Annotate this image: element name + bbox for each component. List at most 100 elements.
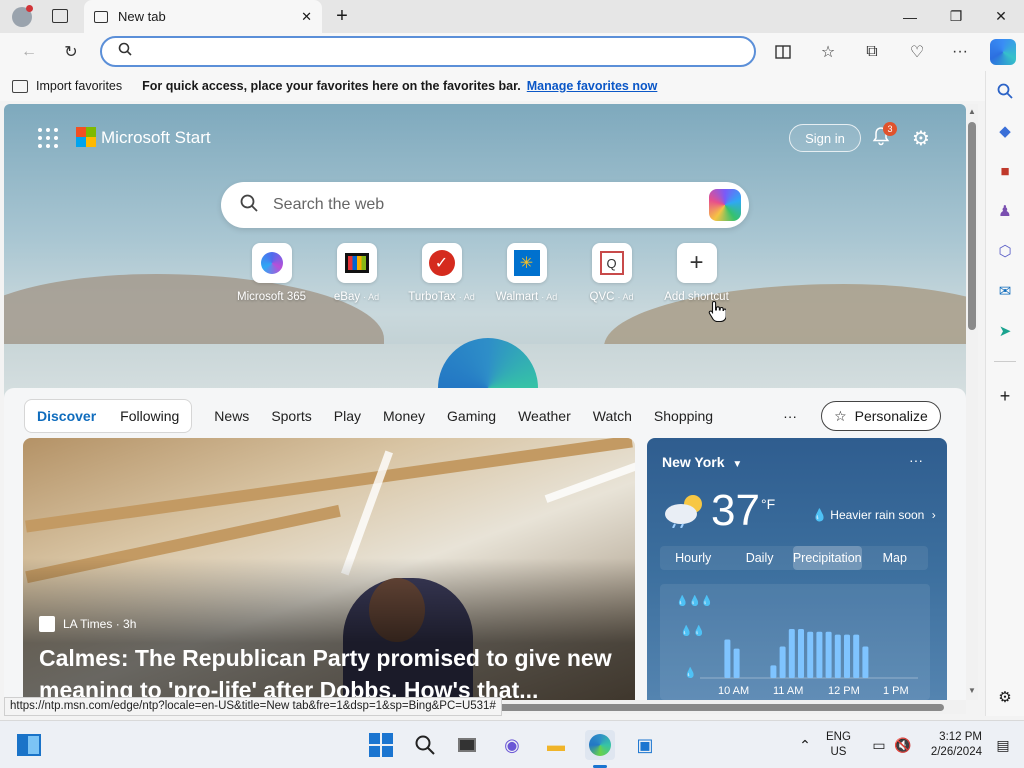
volume-muted-icon[interactable]: 🔇 — [888, 730, 918, 760]
address-input[interactable] — [142, 44, 754, 59]
tab-discover[interactable]: Discover — [25, 408, 108, 424]
weather-more-icon[interactable]: ··· — [909, 452, 923, 468]
tools-briefcase-icon[interactable]: ■ — [993, 159, 1017, 183]
tab-close-icon[interactable]: ✕ — [301, 9, 312, 25]
refresh-icon[interactable]: ↻ — [58, 39, 84, 65]
shortcut-ebay[interactable]: eBay · Ad — [314, 243, 399, 313]
scroll-up-arrow-icon[interactable]: ▲ — [968, 107, 976, 116]
profile-avatar-icon[interactable] — [12, 5, 33, 27]
start-windows-icon[interactable] — [366, 730, 396, 760]
outlook-icon[interactable]: ✉ — [993, 279, 1017, 303]
chat-icon[interactable]: ◉ — [497, 730, 527, 760]
microsoft-365-sidebar-icon[interactable]: ⬡ — [993, 239, 1017, 263]
tab-following[interactable]: Following — [108, 408, 191, 424]
games-chess-icon[interactable]: ♟ — [993, 199, 1017, 223]
add-sidebar-app-icon[interactable]: + — [993, 384, 1017, 408]
precip-bar — [853, 634, 860, 678]
app-launcher-icon[interactable] — [38, 128, 58, 148]
search-icon — [239, 193, 259, 218]
import-favorites-button[interactable]: Import favorites — [36, 79, 122, 93]
favorites-star-icon[interactable]: ☆ — [815, 39, 841, 65]
plus-icon: + — [676, 243, 717, 283]
shortcut-qvc[interactable]: Q QVC · Ad — [569, 243, 654, 313]
nav-gaming[interactable]: Gaming — [447, 408, 496, 424]
nav-sports[interactable]: Sports — [271, 408, 311, 424]
drop-send-icon[interactable]: ➤ — [993, 319, 1017, 343]
weather-tab-daily[interactable]: Daily — [726, 546, 792, 570]
edge-sidebar: ◆ ■ ♟ ⬡ ✉ ➤ + ⚙ — [985, 71, 1024, 716]
notifications-bell-icon[interactable]: 3 — [869, 122, 897, 150]
widgets-icon[interactable] — [14, 730, 44, 760]
file-explorer-icon[interactable]: ▬ — [541, 730, 571, 760]
discover-following-toggle: Discover Following — [24, 399, 193, 433]
import-favorites-icon[interactable] — [12, 79, 28, 93]
browser-essentials-icon[interactable]: ♡ — [904, 39, 930, 65]
manage-favorites-link[interactable]: Manage favorites now — [527, 79, 658, 93]
input-language[interactable]: ENG US — [826, 730, 851, 760]
nav-news[interactable]: News — [214, 408, 249, 424]
vertical-scrollbar[interactable]: ▲ ▼ — [966, 104, 978, 700]
precip-bar — [844, 634, 850, 678]
vertical-scroll-thumb[interactable] — [968, 122, 976, 330]
show-hidden-icons-chevron[interactable]: ⌃ — [790, 730, 820, 760]
weather-tab-precipitation[interactable]: Precipitation — [792, 546, 862, 570]
split-screen-icon[interactable] — [770, 39, 796, 65]
restore-button[interactable]: ❐ — [933, 0, 979, 33]
chevron-right-icon: › — [931, 508, 936, 522]
tab-actions-icon[interactable] — [52, 9, 68, 23]
page-settings-gear-icon[interactable]: ⚙ — [909, 126, 933, 150]
precip-bar — [724, 639, 731, 678]
settings-more-icon[interactable]: ··· — [947, 39, 973, 65]
nav-watch[interactable]: Watch — [593, 408, 632, 424]
nav-play[interactable]: Play — [334, 408, 361, 424]
nav-money[interactable]: Money — [383, 408, 425, 424]
shopping-tag-icon[interactable]: ◆ — [993, 119, 1017, 143]
windows-taskbar: ◉ ▬ ▣ ⌃ ENG US ▭ 🔇 3:12 PM 2/26/2024 ▤ — [0, 720, 1024, 768]
collections-icon[interactable]: ⧉ — [859, 39, 885, 65]
taskbar-search-icon[interactable] — [410, 730, 440, 760]
precip-bar — [807, 631, 814, 678]
scroll-down-arrow-icon[interactable]: ▼ — [968, 686, 976, 695]
nav-more-button[interactable]: ··· — [783, 408, 797, 424]
sidebar-search-icon[interactable] — [993, 79, 1017, 103]
task-view-icon[interactable] — [452, 730, 482, 760]
nav-weather[interactable]: Weather — [518, 408, 571, 424]
sidebar-settings-gear-icon[interactable]: ⚙ — [993, 685, 1017, 709]
microsoft-store-icon[interactable]: ▣ — [630, 730, 660, 760]
weather-tab-hourly[interactable]: Hourly — [660, 546, 726, 570]
copilot-search-icon[interactable] — [709, 189, 741, 221]
precip-bar — [816, 631, 823, 678]
shortcut-add[interactable]: + Add shortcut — [654, 243, 739, 313]
weather-location[interactable]: New York ▼ — [662, 454, 742, 470]
personalize-button[interactable]: ☆ Personalize — [821, 401, 941, 431]
system-clock[interactable]: 3:12 PM 2/26/2024 — [920, 730, 982, 760]
sparkle-star-icon: ☆ — [834, 407, 847, 424]
shortcut-turbotax[interactable]: ✓ TurboTax · Ad — [399, 243, 484, 313]
precip-bar — [834, 634, 841, 678]
shortcut-label: QVC — [589, 291, 615, 303]
shortcut-label: Walmart — [495, 291, 539, 303]
precipitation-chart: 💧💧💧 💧💧 💧 10 AM 11 AM 12 PM 1 PM — [660, 584, 930, 700]
close-button[interactable]: ✕ — [978, 0, 1024, 33]
web-search-box[interactable]: Search the web — [221, 182, 749, 228]
precip-time-label: 11 AM — [773, 685, 803, 697]
tab-title: New tab — [118, 9, 166, 24]
weather-alert[interactable]: 💧 Heavier rain soon › — [812, 508, 936, 522]
tab-new-tab[interactable]: New tab ✕ — [84, 0, 322, 33]
shortcut-walmart[interactable]: ✳ Walmart · Ad — [484, 243, 569, 313]
nav-shopping[interactable]: Shopping — [654, 408, 713, 424]
new-tab-button[interactable]: + — [330, 4, 354, 28]
address-bar[interactable] — [100, 36, 756, 67]
story-headline[interactable]: Calmes: The Republican Party promised to… — [39, 642, 629, 700]
back-arrow-icon[interactable]: ← — [16, 39, 42, 65]
edge-taskbar-icon[interactable] — [585, 730, 615, 760]
top-story-card[interactable]: LA Times · 3h Calmes: The Republican Par… — [23, 438, 635, 700]
weather-tab-map[interactable]: Map — [862, 546, 928, 570]
sign-in-button[interactable]: Sign in — [789, 124, 861, 152]
weather-card[interactable]: New York ▼ ··· 37 °F 💧 Heavier rain soon… — [647, 438, 947, 700]
minimize-button[interactable]: — — [887, 0, 933, 33]
brand-title[interactable]: Microsoft Start — [101, 128, 211, 148]
shortcut-microsoft-365[interactable]: Microsoft 365 — [229, 243, 314, 313]
notification-center-icon[interactable]: ▤ — [988, 730, 1018, 760]
copilot-icon[interactable] — [990, 39, 1016, 65]
